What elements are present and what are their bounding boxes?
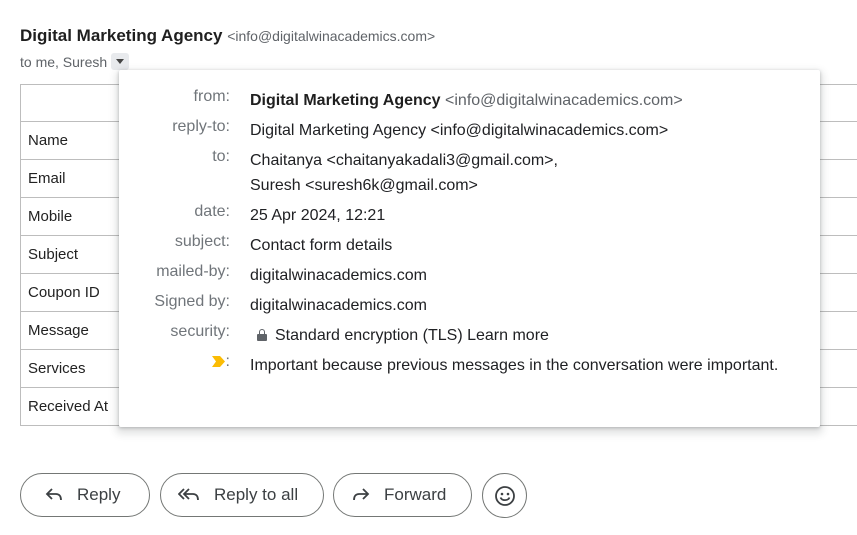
- to-recipient-2: Suresh <suresh6k@gmail.com>: [250, 177, 478, 194]
- reply-to-value: Digital Marketing Agency <info@digitalwi…: [250, 122, 669, 139]
- reply-all-icon: [178, 488, 200, 502]
- message-details-popup: from: Digital Marketing Agency <info@dig…: [119, 70, 820, 427]
- subject-label: subject:: [174, 233, 230, 250]
- row-label: Email: [20, 159, 127, 198]
- smiley-icon: [494, 485, 515, 506]
- row-label: Name: [20, 121, 127, 160]
- mailed-by-label: mailed-by:: [156, 263, 230, 280]
- importance-label: :: [225, 353, 230, 370]
- importance-marker-icon: [211, 356, 225, 367]
- reply-to-label: reply-to:: [172, 118, 230, 135]
- from-email: <info@digitalwinacademics.com>: [445, 92, 683, 109]
- forward-label: Forward: [384, 485, 447, 504]
- reply-label: Reply: [77, 485, 121, 504]
- importance-value: Important because previous messages in t…: [250, 357, 779, 374]
- reply-button[interactable]: Reply: [20, 473, 150, 517]
- row-label: Services: [20, 349, 127, 388]
- row-label: Coupon ID: [20, 273, 127, 312]
- caret-down-icon: [116, 59, 125, 64]
- mailed-by-value: digitalwinacademics.com: [250, 267, 427, 284]
- security-label: security:: [170, 323, 230, 340]
- emoji-reaction-button[interactable]: [482, 473, 527, 518]
- reply-icon: [45, 488, 63, 502]
- sender-name: Digital Marketing Agency: [20, 26, 223, 45]
- signed-by-label: Signed by:: [154, 293, 230, 310]
- reply-all-label: Reply to all: [214, 485, 299, 504]
- subject-value: Contact form details: [250, 237, 393, 254]
- row-label: Mobile: [20, 197, 127, 236]
- show-details-button[interactable]: [111, 53, 130, 70]
- to-label: to:: [212, 148, 230, 165]
- row-label: Subject: [20, 235, 127, 274]
- lock-icon: [257, 329, 267, 341]
- reply-all-button[interactable]: Reply to all: [160, 473, 324, 517]
- from-name: Digital Marketing Agency: [250, 92, 441, 109]
- to-recipient-1: Chaitanya <chaitanyakadali3@gmail.com>,: [250, 152, 558, 169]
- row-label: Message: [20, 311, 127, 350]
- recipients-text: to me, Suresh: [20, 53, 108, 70]
- forward-button[interactable]: Forward: [333, 473, 472, 517]
- row-label: Received At: [20, 387, 127, 426]
- date-label: date:: [194, 203, 230, 220]
- recipients-line: to me, Suresh: [20, 53, 130, 70]
- security-value: Standard encryption (TLS): [275, 327, 463, 344]
- date-value: 25 Apr 2024, 12:21: [250, 207, 386, 224]
- from-label: from:: [193, 88, 230, 105]
- sender-email: <info@digitalwinacademics.com>: [227, 28, 436, 44]
- email-sender: Digital Marketing Agency <info@digitalwi…: [20, 26, 435, 46]
- signed-by-value: digitalwinacademics.com: [250, 297, 427, 314]
- learn-more-link[interactable]: Learn more: [467, 327, 549, 344]
- forward-icon: [352, 488, 370, 502]
